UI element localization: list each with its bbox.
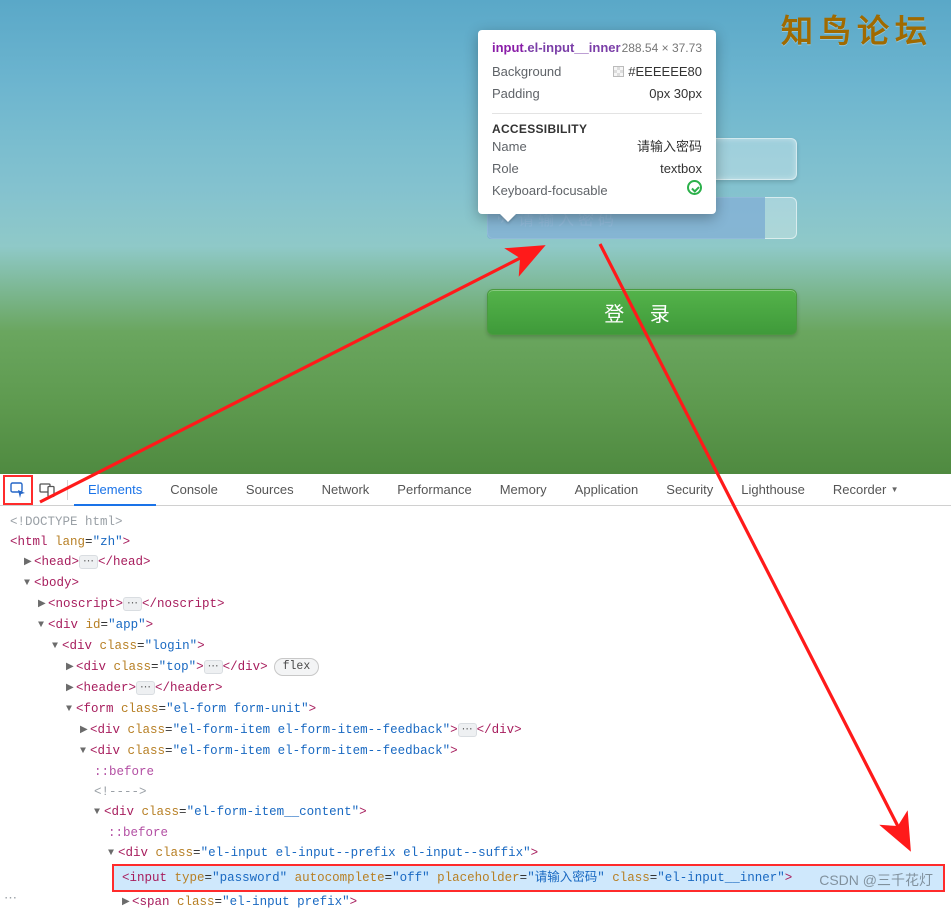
dom-line: <!DOCTYPE html> [10, 512, 951, 532]
watermark: CSDN @三千花灯 [819, 870, 933, 890]
site-title: 知鸟论坛 [781, 6, 933, 52]
tooltip-dimensions: 288.54 × 37.73 [622, 41, 702, 55]
page-preview: 知鸟论坛 ✈ 请输入密码 登 录 input.el-input__inner 2… [0, 0, 951, 474]
tab-performance[interactable]: Performance [383, 474, 485, 506]
flex-chip: flex [274, 658, 320, 676]
tab-sources[interactable]: Sources [232, 474, 308, 506]
inspect-element-button[interactable] [3, 475, 33, 505]
devtools-panel: Elements Console Sources Network Perform… [0, 474, 951, 912]
device-toggle-button[interactable] [33, 475, 61, 505]
tooltip-selector: input.el-input__inner [492, 40, 621, 55]
dom-highlighted-input[interactable]: <input type="password" autocomplete="off… [10, 864, 951, 892]
tab-elements[interactable]: Elements [74, 474, 156, 506]
tab-console[interactable]: Console [156, 474, 232, 506]
ellipsis-icon: ⋯ [4, 891, 19, 906]
tab-memory[interactable]: Memory [486, 474, 561, 506]
devtools-tabbar: Elements Console Sources Network Perform… [0, 474, 951, 506]
check-circle-icon [687, 180, 702, 195]
tab-security[interactable]: Security [652, 474, 727, 506]
swatch-icon [613, 66, 624, 77]
tab-application[interactable]: Application [561, 474, 653, 506]
tab-network[interactable]: Network [308, 474, 384, 506]
login-button[interactable]: 登 录 [487, 289, 797, 335]
tab-recorder[interactable]: Recorder [819, 474, 913, 506]
tab-lighthouse[interactable]: Lighthouse [727, 474, 819, 506]
dom-tree[interactable]: <!DOCTYPE html> <html lang="zh"> <head>⋯… [0, 506, 951, 913]
inspect-tooltip: input.el-input__inner 288.54 × 37.73 Bac… [478, 30, 716, 214]
